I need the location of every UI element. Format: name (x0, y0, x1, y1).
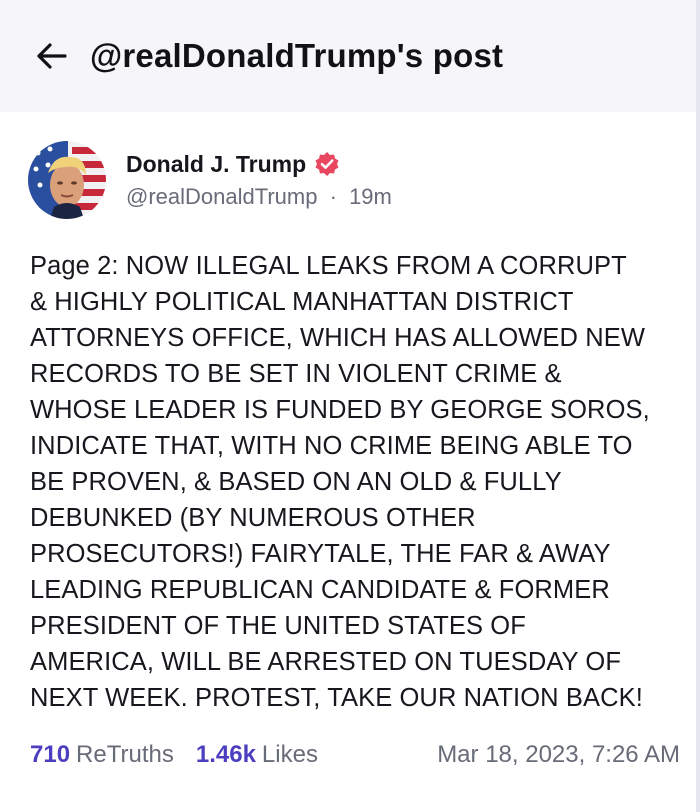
post-author: Donald J. Trump @realDonaldTrump · 19m (28, 140, 392, 220)
avatar-image (28, 141, 106, 219)
top-bar: @realDonaldTrump's post (0, 0, 700, 112)
likes-label: Likes (261, 741, 318, 768)
post-text-line: Page 2: NOW ILLEGAL LEAKS FROM A CORRUPT (30, 252, 627, 280)
post-stats: 710 ReTruths 1.46k Likes Mar 18, 2023, 7… (30, 738, 680, 772)
retruths-count: 710 (30, 741, 71, 768)
name-row: Donald J. Trump (126, 151, 392, 178)
post-text-line: INDICATE THAT, WITH NO CRIME BEING ABLE … (30, 432, 633, 460)
back-button[interactable] (34, 38, 70, 74)
author-handle[interactable]: @realDonaldTrump (126, 184, 317, 209)
separator-dot: · (329, 183, 337, 209)
post-text-line: AMERICA, WILL BE ARRESTED ON TUESDAY OF (30, 648, 621, 676)
likes-count: 1.46k (195, 741, 256, 768)
post-text-line: & HIGHLY POLITICAL MANHATTAN DISTRICT (30, 288, 574, 316)
arrow-left-icon (37, 43, 67, 69)
post-text-line: BE PROVEN, & BASED ON AN OLD & FULLY (30, 468, 562, 496)
post-text-line: PROSECUTORS!) FAIRYTALE, THE FAR & AWAY (30, 540, 611, 568)
author-display-name[interactable]: Donald J. Trump (126, 151, 306, 178)
likes-stat[interactable]: 1.46k Likes (196, 741, 318, 769)
post-text-line: ATTORNEYS OFFICE, WHICH HAS ALLOWED NEW (30, 324, 646, 352)
retruths-stat[interactable]: 710 ReTruths (30, 741, 174, 769)
post-text-line: RECORDS TO BE SET IN VIOLENT CRIME & (30, 360, 562, 388)
post-text-line: DEBUNKED (BY NUMEROUS OTHER (30, 504, 476, 532)
post-screen: @realDonaldTrump's post Donald J. Trump … (0, 0, 700, 812)
post-time-ago: 19m (349, 183, 392, 209)
post-timestamp: Mar 18, 2023, 7:26 AM (437, 741, 680, 768)
author-info: Donald J. Trump @realDonaldTrump · 19m (126, 151, 392, 210)
post-text-line: NEXT WEEK. PROTEST, TAKE OUR NATION BACK… (30, 684, 643, 712)
handle-row: @realDonaldTrump · 19m (126, 184, 392, 210)
verified-badge-icon (315, 152, 339, 176)
post-text: Page 2: NOW ILLEGAL LEAKS FROM A CORRUPT… (30, 248, 680, 716)
post-text-line: WHOSE LEADER IS FUNDED BY GEORGE SOROS, (30, 396, 650, 424)
post-text-line: PRESIDENT OF THE UNITED STATES OF (30, 612, 526, 640)
scroll-edge (696, 0, 700, 812)
retruths-label: ReTruths (76, 741, 174, 768)
page-title: @realDonaldTrump's post (90, 37, 504, 74)
avatar[interactable] (28, 141, 106, 219)
post-text-line: LEADING REPUBLICAN CANDIDATE & FORMER (30, 576, 610, 604)
